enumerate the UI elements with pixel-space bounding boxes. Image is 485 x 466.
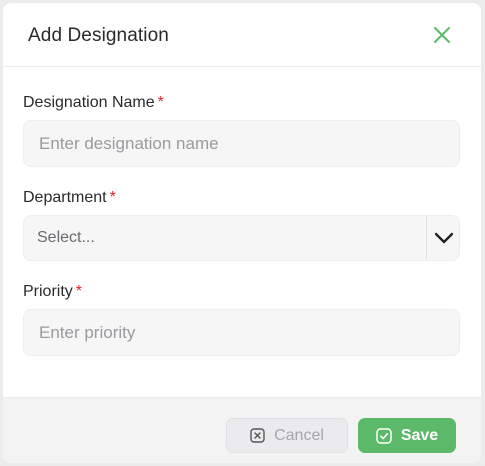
save-button-label: Save — [400, 426, 439, 444]
required-mark: * — [75, 283, 83, 300]
x-square-icon — [250, 428, 265, 443]
cancel-button-label: Cancel — [274, 426, 324, 444]
department-select-value: Select... — [37, 229, 95, 246]
cancel-button[interactable]: Cancel — [226, 418, 348, 453]
priority-label-text: Priority — [23, 283, 73, 300]
designation-name-input[interactable] — [23, 120, 460, 167]
select-divider — [426, 216, 427, 260]
priority-input[interactable] — [23, 309, 460, 356]
designation-name-label-text: Designation Name — [23, 94, 155, 111]
dialog-title: Add Designation — [28, 25, 169, 46]
add-designation-dialog: Add Designation Designation Name* Depart… — [3, 3, 481, 463]
dialog-footer: Cancel Save — [3, 397, 481, 463]
priority-label: Priority * — [23, 283, 82, 301]
designation-name-label: Designation Name * — [23, 94, 164, 112]
save-button[interactable]: Save — [358, 418, 456, 453]
required-mark: * — [157, 94, 164, 111]
close-icon[interactable] — [432, 25, 452, 45]
department-label: Department * — [23, 189, 116, 207]
chevron-down-icon[interactable] — [433, 228, 455, 248]
department-label-text: Department — [23, 189, 107, 206]
check-square-icon — [376, 427, 392, 444]
dialog-header: Add Designation — [3, 3, 481, 67]
required-mark: * — [109, 189, 116, 206]
department-select[interactable]: Select... — [23, 215, 460, 261]
